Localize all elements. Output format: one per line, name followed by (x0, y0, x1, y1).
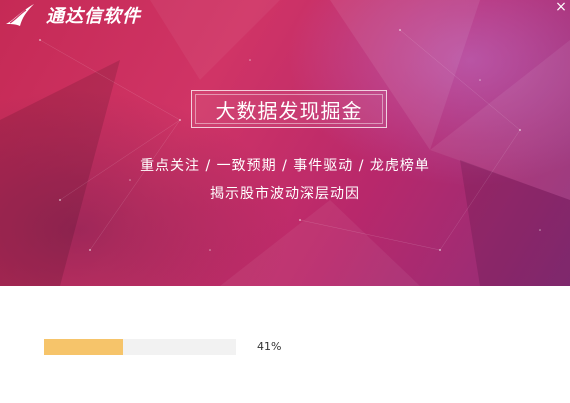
splash-banner: 通达信软件 × 大数据发现掘金 重点关注 / 一致预期 / 事件驱动 / 龙虎榜… (0, 0, 570, 286)
progress-bar (44, 339, 236, 355)
brand-name: 通达信软件 (46, 6, 141, 27)
progress-bar-fill (44, 339, 123, 355)
headline-box: 大数据发现掘金 (191, 90, 387, 128)
brand: 通达信软件 (4, 2, 141, 28)
tagline: 揭示股市波动深层动因 (210, 186, 360, 202)
progress-percent: 41% (257, 340, 282, 353)
feature-list: 重点关注 / 一致预期 / 事件驱动 / 龙虎榜单 (140, 158, 430, 174)
tdx-logo-icon (6, 4, 34, 26)
banner-background (0, 0, 570, 286)
close-icon[interactable]: × (554, 0, 568, 14)
headline-text: 大数据发现掘金 (195, 94, 383, 124)
